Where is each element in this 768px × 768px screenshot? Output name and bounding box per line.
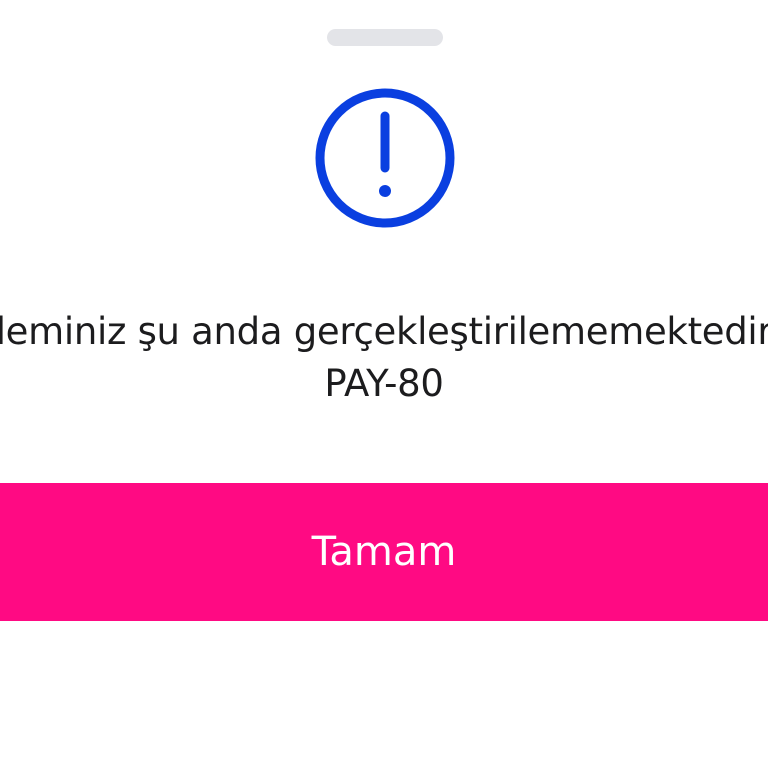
error-code: PAY-80 xyxy=(324,362,444,405)
bottom-sheet: leminiz şu anda gerçekleştirilememektedi… xyxy=(0,0,768,768)
confirm-button[interactable]: Tamam xyxy=(0,483,768,621)
sheet-grabber-handle[interactable] xyxy=(327,29,443,46)
error-message-text: leminiz şu anda gerçekleştirilememektedi… xyxy=(0,310,768,353)
exclamation-circle-icon xyxy=(313,86,457,230)
error-message: leminiz şu anda gerçekleştirilememektedi… xyxy=(0,306,768,410)
